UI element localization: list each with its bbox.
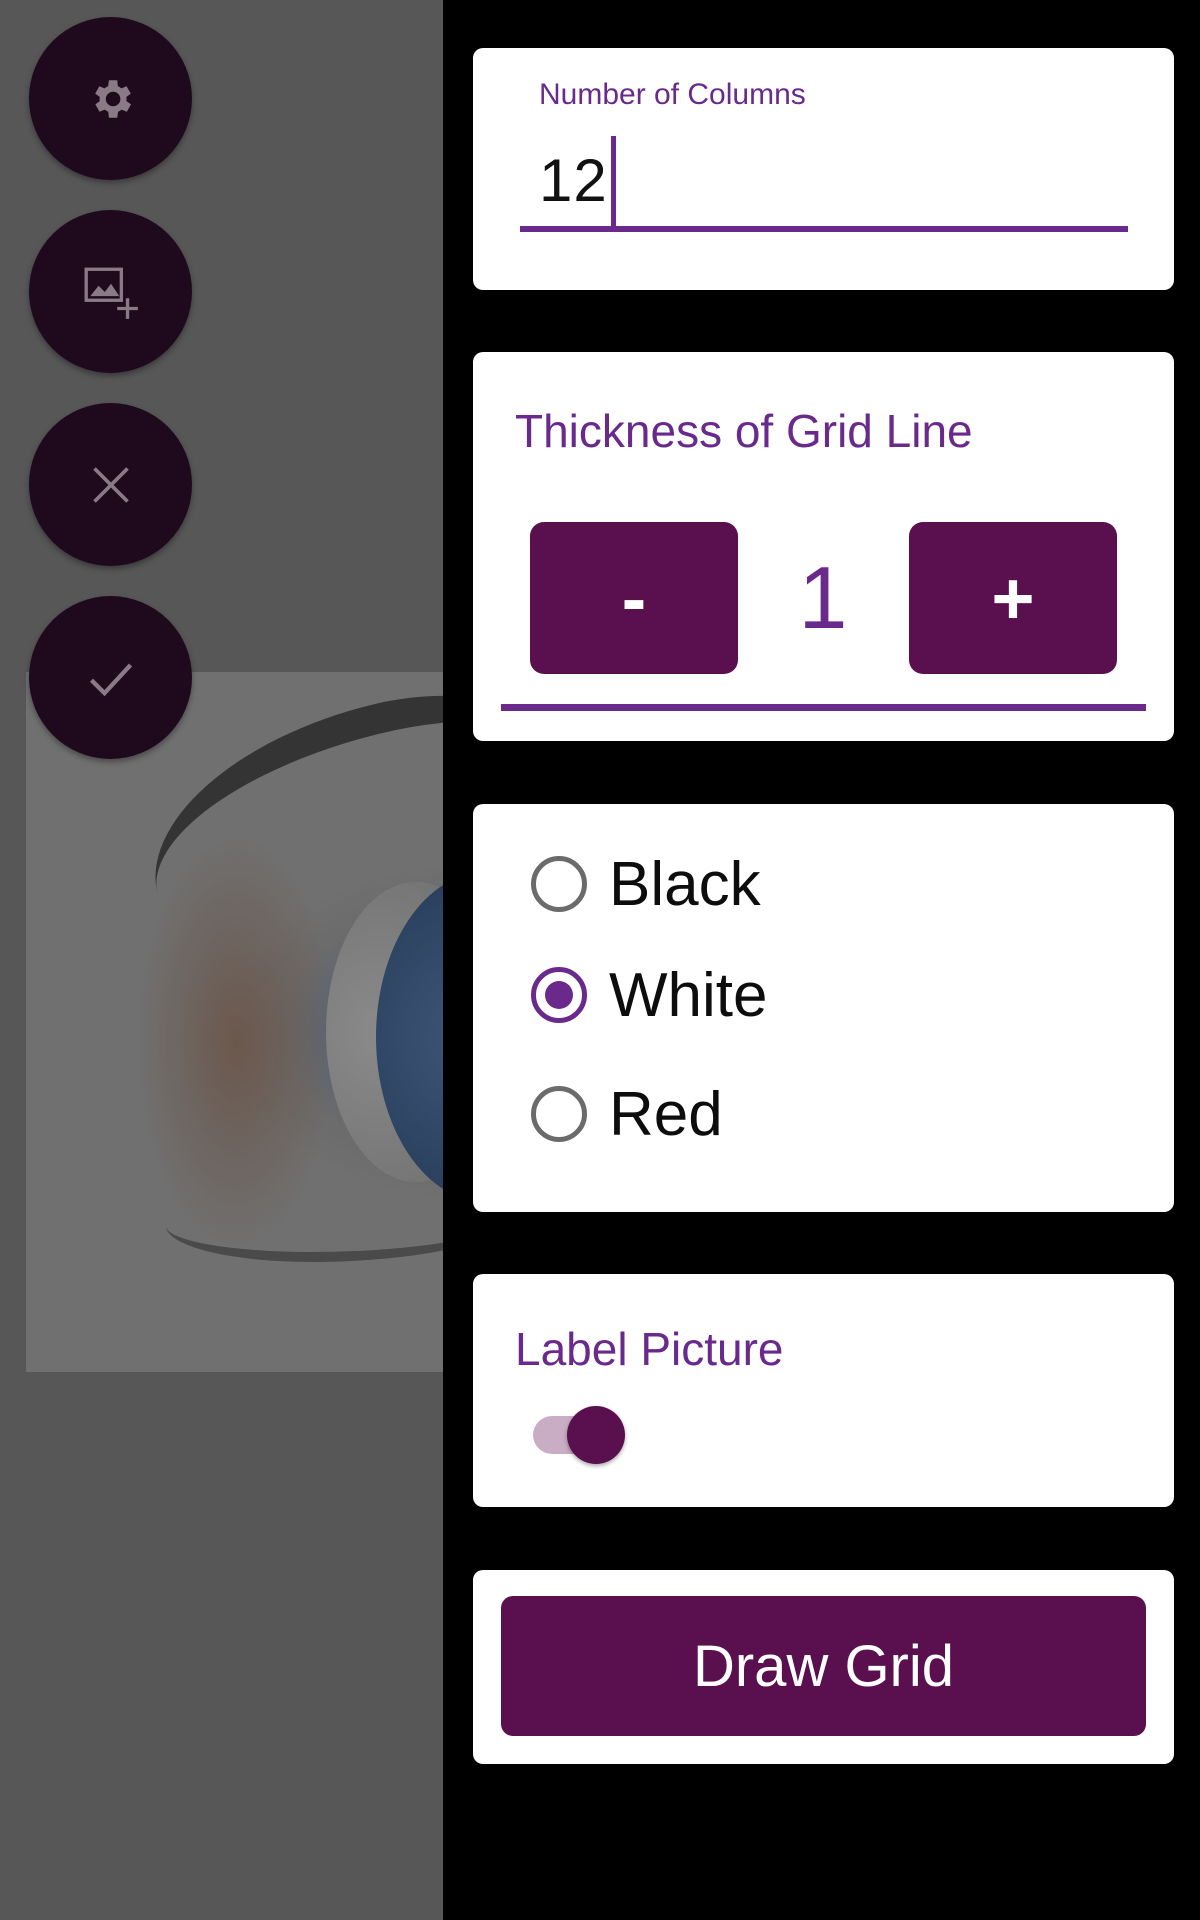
decrease-thickness-button[interactable]: - [530,522,738,674]
radio-option-red[interactable]: Red [531,1079,723,1149]
increase-thickness-button[interactable]: + [909,522,1117,674]
columns-card: Number of Columns 12 [473,48,1174,290]
check-icon [85,652,137,704]
add-image-button[interactable] [29,210,192,373]
add-image-icon [80,261,142,323]
columns-input[interactable]: 12 [539,146,608,215]
thickness-value: 1 [798,548,848,647]
close-icon [89,463,133,507]
thickness-title: Thickness of Grid Line [515,405,973,457]
close-button[interactable] [29,403,192,566]
label-picture-title: Label Picture [515,1323,784,1375]
toggle-thumb[interactable] [567,1406,625,1464]
gear-icon [86,74,136,124]
text-caret [611,136,616,226]
columns-input-underline [520,226,1128,232]
radio-label-white: White [609,960,768,1030]
radio-button-white[interactable] [531,967,587,1023]
radio-option-black[interactable]: Black [531,849,761,919]
radio-button-red[interactable] [531,1086,587,1142]
thickness-underline [501,704,1146,711]
image-canvas [0,0,443,1920]
radio-label-black: Black [609,849,761,919]
radio-option-white[interactable]: White [531,960,767,1030]
label-picture-card: Label Picture [473,1274,1174,1507]
draw-grid-button[interactable]: Draw Grid [501,1596,1146,1736]
columns-field-label: Number of Columns [539,78,806,111]
radio-label-red: Red [609,1079,723,1149]
eye-photo [26,672,443,1372]
color-radio-group: Black White Red [473,804,1174,1212]
confirm-button[interactable] [29,596,192,759]
settings-button[interactable] [29,17,192,180]
thickness-card: Thickness of Grid Line - 1 + [473,352,1174,741]
app-screen: Number of Columns 12 Thickness of Grid L… [0,0,1200,1920]
draw-grid-card: Draw Grid [473,1570,1174,1764]
radio-button-black[interactable] [531,856,587,912]
